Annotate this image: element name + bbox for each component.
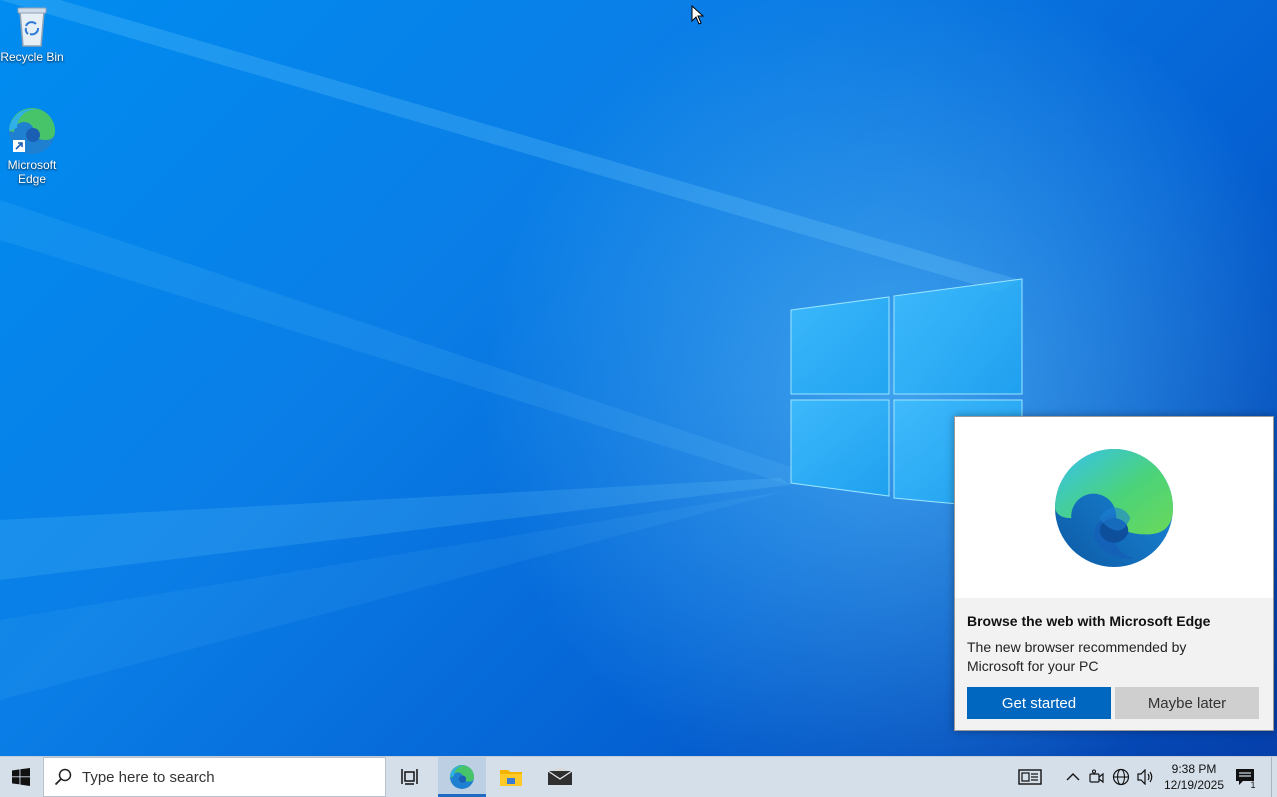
file-explorer-icon <box>500 770 522 786</box>
show-desktop-button[interactable] <box>1271 757 1277 797</box>
desktop-icon-microsoft-edge[interactable]: Microsoft Edge <box>0 106 64 186</box>
show-hidden-icons-button[interactable] <box>1062 757 1084 797</box>
volume-icon <box>1137 769 1153 785</box>
desktop-icon-recycle-bin[interactable]: Recycle Bin <box>0 4 64 64</box>
edge-promo-popup: Browse the web with Microsoft Edge The n… <box>954 416 1274 731</box>
chevron-up-icon <box>1066 773 1080 781</box>
network-icon <box>1112 768 1130 786</box>
popup-title: Browse the web with Microsoft Edge <box>967 613 1211 629</box>
notification-count-badge: 1 <box>1250 780 1256 790</box>
volume-button[interactable] <box>1134 757 1158 797</box>
edge-icon <box>9 108 55 154</box>
desktop-icon-label: Microsoft Edge <box>7 158 57 186</box>
windows-start-icon <box>12 768 30 786</box>
edge-logo-icon <box>1055 448 1173 567</box>
search-icon <box>54 768 72 786</box>
search-placeholder: Type here to search <box>82 768 215 786</box>
taskbar: Type here to search 9:38 PM 12/19/2025 <box>0 756 1277 797</box>
action-center-button[interactable] <box>1230 757 1260 797</box>
taskbar-search-box[interactable]: Type here to search <box>43 757 386 797</box>
taskbar-mail-button[interactable] <box>536 757 584 797</box>
taskbar-edge-button[interactable] <box>438 757 486 797</box>
network-button[interactable] <box>1110 757 1132 797</box>
get-started-button[interactable]: Get started <box>967 687 1111 719</box>
news-icon <box>1018 769 1042 785</box>
meet-now-icon <box>1089 769 1104 784</box>
mouse-cursor-icon <box>691 5 705 25</box>
task-view-button[interactable] <box>388 757 434 797</box>
news-and-interests-button[interactable] <box>1012 757 1048 797</box>
meet-now-button[interactable] <box>1087 757 1107 797</box>
desktop[interactable]: Recycle Bin Microsoft Edge Browse the we… <box>0 0 1277 797</box>
maybe-later-button[interactable]: Maybe later <box>1115 687 1259 719</box>
popup-body: The new browser recommended by Microsoft… <box>967 639 1187 674</box>
taskbar-file-explorer-button[interactable] <box>487 757 535 797</box>
mail-icon <box>547 768 573 785</box>
popup-hero <box>955 417 1273 598</box>
edge-icon <box>450 765 474 789</box>
clock-time: 9:38 PM <box>1171 762 1217 776</box>
taskbar-clock[interactable]: 9:38 PM 12/19/2025 <box>1158 759 1230 795</box>
task-view-icon <box>401 769 418 785</box>
clock-date: 12/19/2025 <box>1163 778 1225 792</box>
desktop-icon-label: Recycle Bin <box>0 50 64 64</box>
start-button[interactable] <box>0 757 42 797</box>
recycle-bin-icon <box>17 7 47 47</box>
